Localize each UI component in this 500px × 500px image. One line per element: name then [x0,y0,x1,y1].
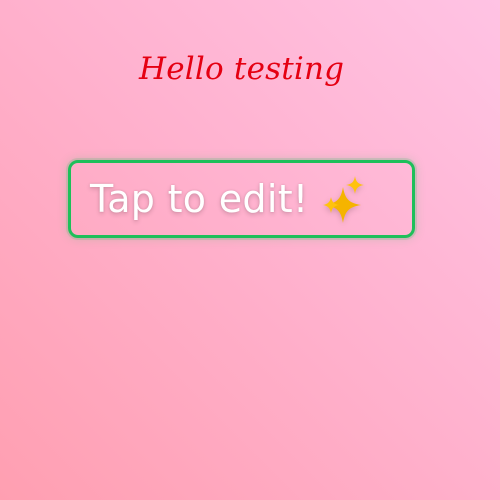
hello-testing-text: Hello testing [139,51,345,87]
editable-text-box[interactable]: Tap to edit! [68,160,415,238]
small-sparkle-top-icon-shape [346,176,365,194]
canvas: Hello testing Tap to edit! [0,0,500,500]
sparkles-icon [323,176,365,223]
small-sparkle-bottom-icon-shape [323,197,340,213]
edit-placeholder-text: Tap to edit! [90,177,309,221]
